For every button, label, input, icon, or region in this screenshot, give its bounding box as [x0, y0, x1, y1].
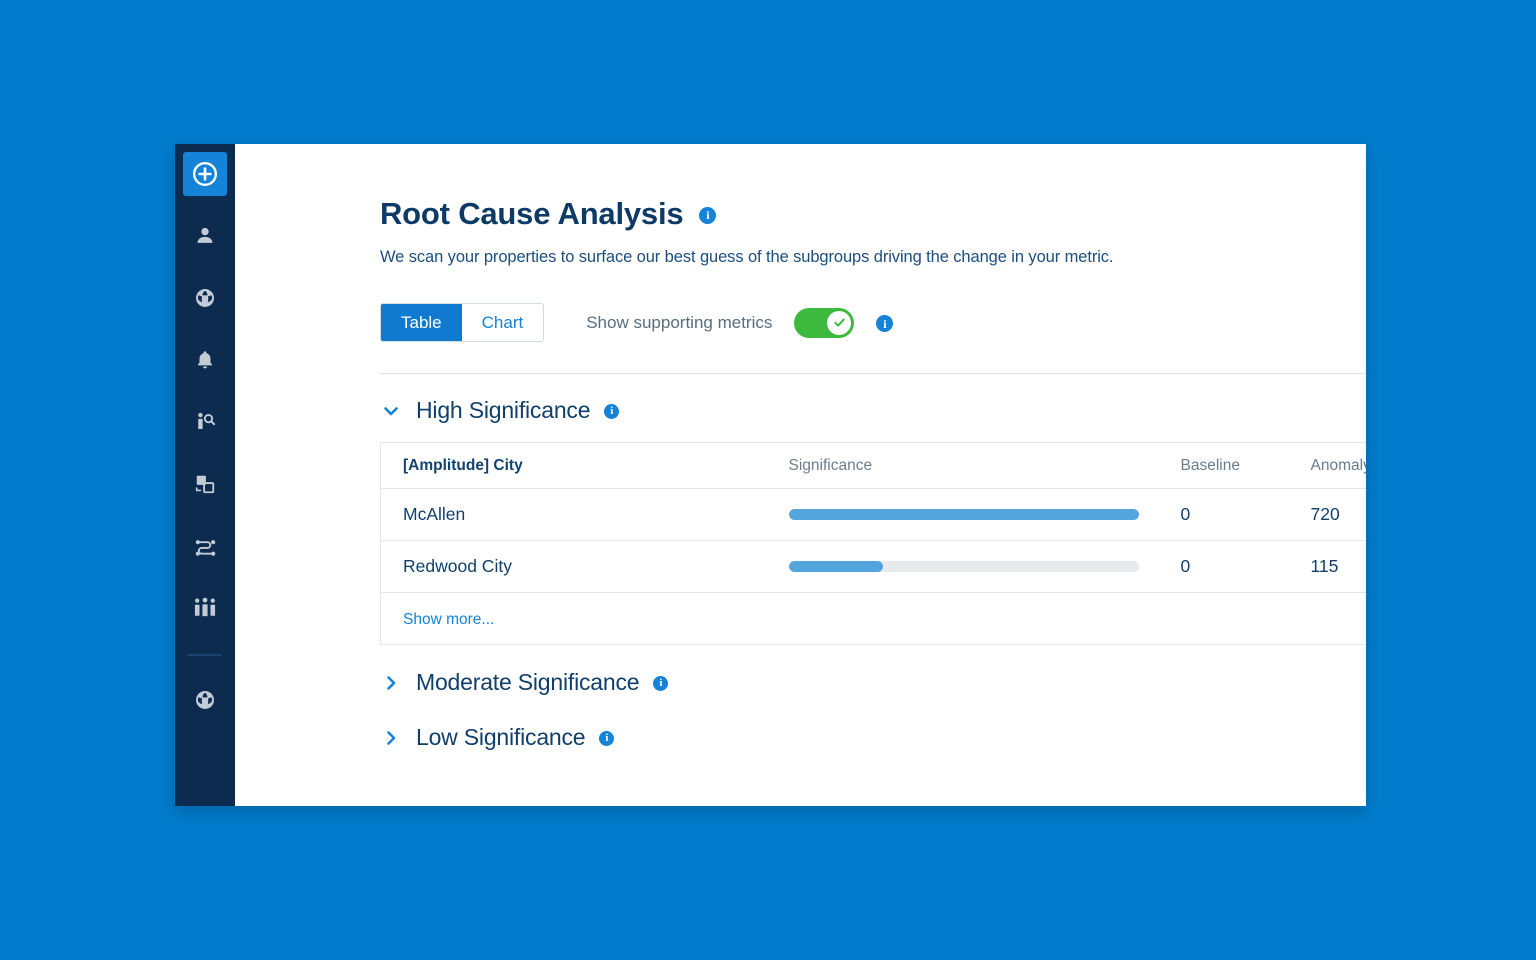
supporting-metrics-info-icon[interactable]: i: [876, 315, 894, 332]
people-group-icon: [193, 597, 217, 619]
table-row[interactable]: McAllen 0 720: [380, 488, 1366, 541]
cell-anomaly: 720: [1310, 488, 1366, 541]
cell-city: Redwood City: [380, 540, 789, 593]
page-title-info-icon[interactable]: i: [699, 206, 717, 224]
table-header: [Amplitude] City Significance Baseline A…: [380, 442, 1366, 489]
sidebar-item-pathfinder[interactable]: [183, 524, 227, 568]
amplitude-logo-icon: [194, 689, 216, 711]
app-window: Root Cause Analysis i We scan your prope…: [175, 144, 1366, 806]
section-info-icon[interactable]: i: [599, 731, 615, 746]
significance-bar-fill: [788, 509, 1139, 520]
cell-significance: [788, 488, 1181, 541]
sidebar-item-create-new[interactable]: [183, 152, 227, 196]
user-search-icon: [194, 411, 216, 433]
plus-circle-icon: [192, 161, 218, 187]
section-header-high-significance[interactable]: High Significance i: [380, 397, 1366, 424]
show-more-row: Show more...: [381, 593, 1367, 645]
pathfinder-flow-icon: [194, 535, 217, 558]
chevron-right-icon[interactable]: [380, 727, 402, 749]
view-toggle-group: Table Chart: [380, 303, 545, 342]
sidebar-item-user-lookup[interactable]: [183, 400, 227, 444]
amplitude-logo-icon: [194, 287, 216, 309]
show-more-link[interactable]: Show more...: [381, 611, 494, 628]
toggle-knob: [827, 310, 852, 335]
section-title: Moderate Significance: [416, 669, 640, 695]
supporting-metrics-label: Show supporting metrics: [586, 312, 773, 332]
column-header-baseline[interactable]: Baseline: [1180, 442, 1311, 489]
bell-icon: [194, 349, 216, 371]
sidebar-item-users[interactable]: [183, 214, 227, 258]
column-header-significance[interactable]: Significance: [788, 442, 1181, 489]
table-header-row: [Amplitude] City Significance Baseline A…: [380, 442, 1366, 489]
controls-divider: [380, 373, 1366, 374]
sidebar-item-cohorts[interactable]: [183, 586, 227, 630]
cell-city: McAllen: [380, 488, 789, 541]
table-body: McAllen 0 720 Redwood City 0 115 Show mo…: [380, 488, 1367, 645]
section-info-icon[interactable]: i: [653, 676, 669, 691]
cell-baseline: 0: [1180, 540, 1311, 593]
sidebar-item-analytics[interactable]: [183, 276, 227, 320]
cell-anomaly: 115: [1310, 540, 1366, 593]
table-row[interactable]: Redwood City 0 115: [380, 540, 1366, 593]
controls-row: Table Chart Show supporting metrics i: [380, 303, 1366, 342]
chevron-right-icon[interactable]: [380, 672, 402, 694]
cell-significance: [788, 540, 1181, 593]
page-title-row: Root Cause Analysis i: [380, 196, 1366, 232]
section-header-low-significance[interactable]: Low Significance i: [380, 724, 1366, 751]
tab-chart[interactable]: Chart: [461, 304, 544, 341]
compare-windows-icon: [194, 473, 216, 495]
page-title: Root Cause Analysis: [380, 196, 684, 231]
sidebar-item-amplitude[interactable]: [183, 678, 227, 722]
user-icon: [194, 225, 216, 247]
cell-baseline: 0: [1180, 488, 1311, 541]
chevron-down-icon[interactable]: [380, 400, 402, 422]
page-subtitle: We scan your properties to surface our b…: [380, 248, 1114, 266]
supporting-metrics-group: Show supporting metrics i: [586, 307, 894, 338]
supporting-metrics-toggle[interactable]: [794, 307, 855, 338]
root-cause-table: [Amplitude] City Significance Baseline A…: [380, 442, 1366, 645]
sidebar-divider: [188, 654, 222, 656]
significance-bar-fill: [788, 561, 883, 572]
section-title: Low Significance: [416, 724, 586, 750]
significance-bar-track: [788, 561, 1139, 572]
check-icon: [834, 318, 845, 327]
section-info-icon[interactable]: i: [604, 404, 620, 419]
section-header-moderate-significance[interactable]: Moderate Significance i: [380, 669, 1366, 696]
significance-bar-track: [788, 509, 1139, 520]
column-header-anomaly[interactable]: Anomaly: [1310, 442, 1366, 489]
tab-table[interactable]: Table: [381, 304, 462, 341]
column-header-city[interactable]: [Amplitude] City: [380, 442, 789, 489]
sidebar: [175, 144, 235, 806]
main-content: Root Cause Analysis i We scan your prope…: [235, 144, 1366, 806]
sidebar-item-compare[interactable]: [183, 462, 227, 506]
section-title: High Significance: [416, 397, 591, 423]
sidebar-item-alerts[interactable]: [183, 338, 227, 382]
